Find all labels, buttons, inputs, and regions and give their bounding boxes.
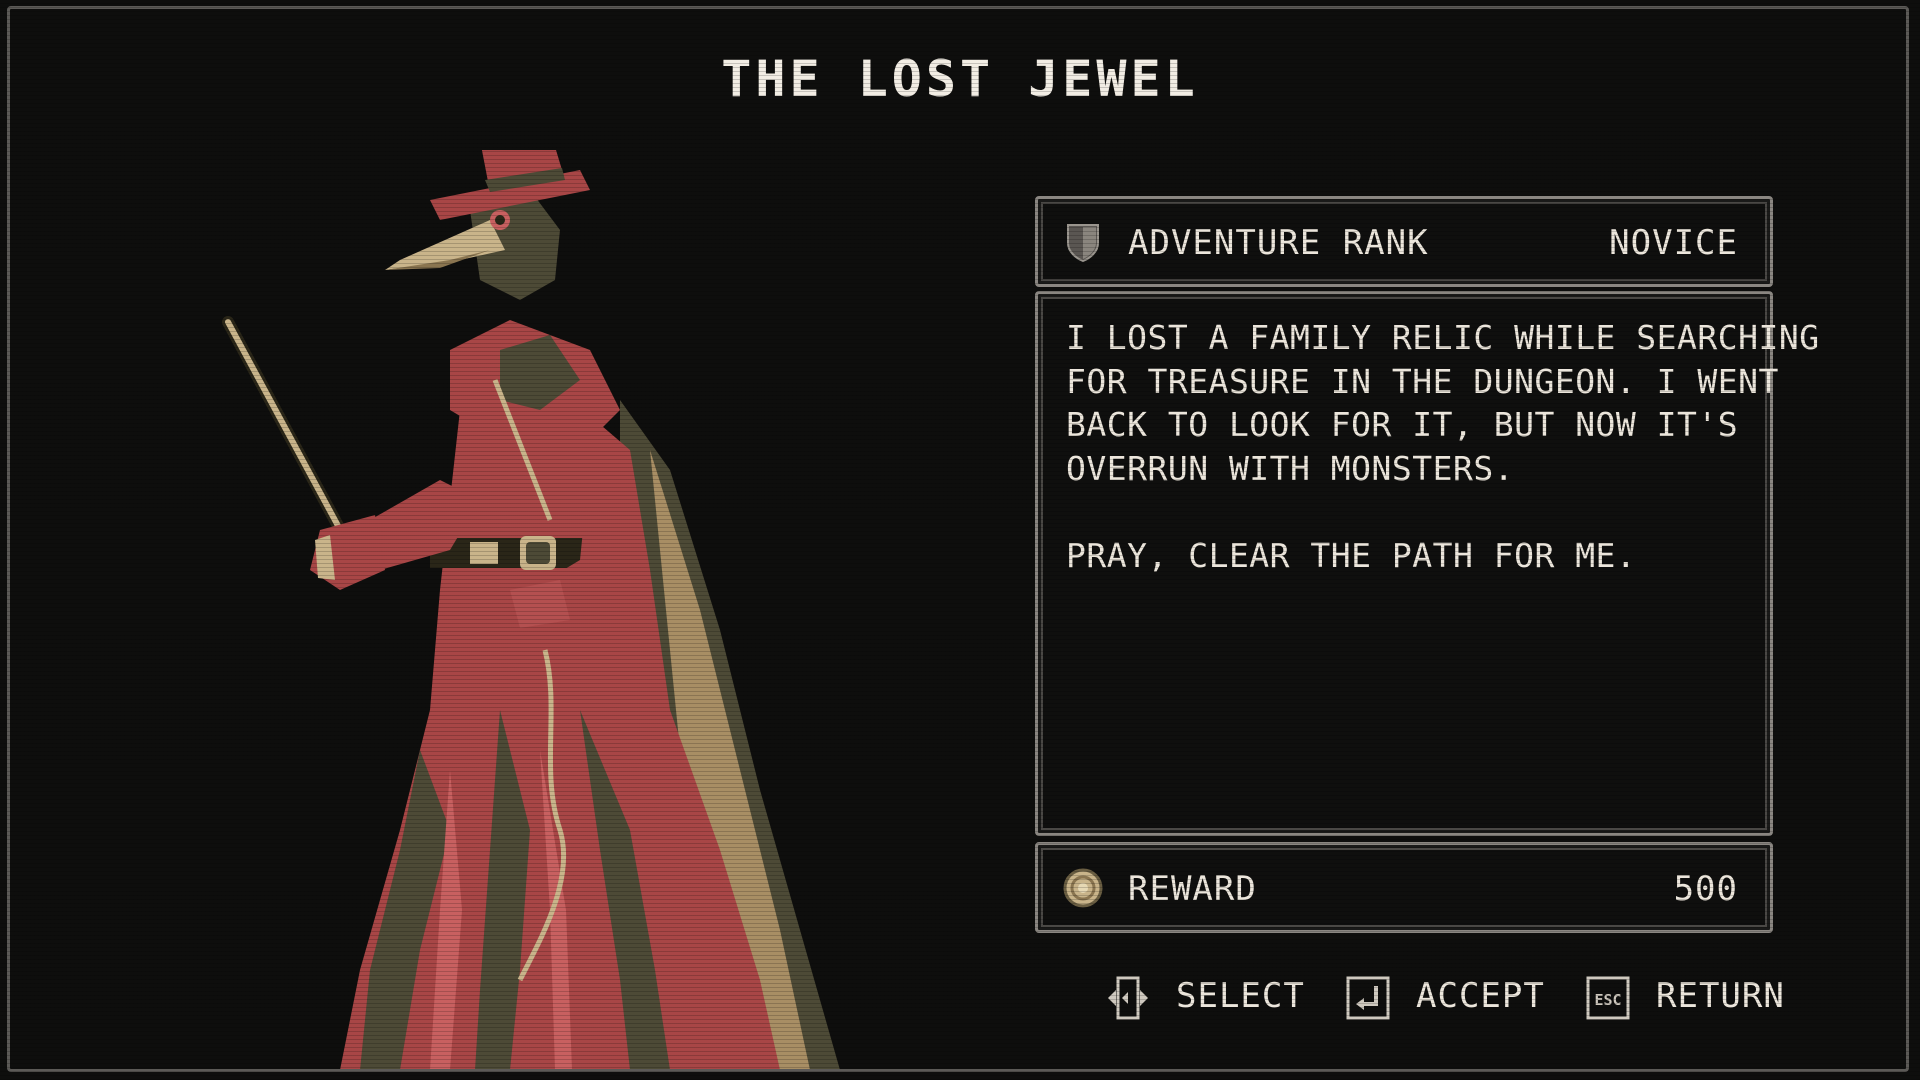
return-label: RETURN xyxy=(1656,976,1785,1016)
reward-label: REWARD xyxy=(1128,869,1257,909)
enter-key-icon xyxy=(1346,976,1390,1020)
coin-icon xyxy=(1063,868,1103,908)
reward-panel: REWARD 500 xyxy=(1035,842,1773,933)
plague-doctor-portrait xyxy=(222,150,840,1070)
accept-label: ACCEPT xyxy=(1416,976,1545,1016)
description-line: I LOST A FAMILY RELIC WHILE SEARCHING xyxy=(1066,318,1820,357)
adventure-rank-panel: ADVENTURE RANK NOVICE xyxy=(1035,196,1773,287)
shield-icon xyxy=(1067,224,1099,263)
description-line xyxy=(1066,490,1746,534)
select-label: SELECT xyxy=(1176,976,1305,1016)
quest-description-panel: I LOST A FAMILY RELIC WHILE SEARCHING FO… xyxy=(1035,291,1820,836)
esc-key-icon: ESC xyxy=(1586,976,1630,1020)
description-line: OVERRUN WITH MONSTERS. xyxy=(1066,448,1515,488)
svg-text:ESC: ESC xyxy=(1594,991,1621,1009)
quest-screen: THE LOST JEWEL ADVENTURE RANK NOVICE I L… xyxy=(0,0,1920,1080)
description-line: BACK TO LOOK FOR IT, BUT NOW IT'S xyxy=(1066,405,1739,444)
description-line: FOR TREASURE IN THE DUNGEON. I WENT xyxy=(1066,361,1779,401)
adventure-rank-label: ADVENTURE RANK xyxy=(1128,223,1429,263)
description-line: PRAY, CLEAR THE PATH FOR ME. xyxy=(1066,535,1637,575)
dpad-left-right-icon xyxy=(1108,976,1148,1020)
quest-description: I LOST A FAMILY RELIC WHILE SEARCHING FO… xyxy=(1066,316,1820,577)
quest-title: THE LOST JEWEL xyxy=(721,50,1199,108)
control-prompts: SELECT ACCEPT ESC RETURN xyxy=(1100,968,1800,1028)
reward-value: 500 xyxy=(1673,869,1738,909)
adventure-rank-value: NOVICE xyxy=(1609,223,1738,263)
